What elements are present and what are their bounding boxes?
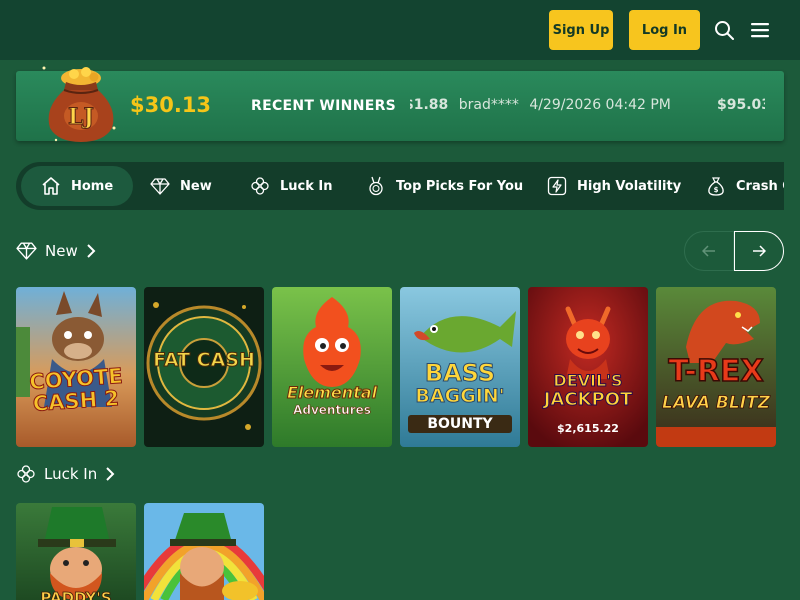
nav-item-home[interactable]: Home (21, 166, 134, 206)
arrow-left-icon (702, 245, 715, 257)
category-nav: Home New Luck In Top Picks For You High … (16, 162, 784, 210)
clover-icon (251, 177, 269, 195)
hamburger-menu-icon[interactable] (750, 20, 770, 40)
game-tile-bass-baggin-bounty[interactable]: BASS BAGGIN' BOUNTY (400, 287, 520, 447)
section-header-luck-in[interactable]: Luck In (16, 464, 115, 484)
game-tile-t-rex-lava-blitz[interactable]: T-REX LAVA BLITZ (656, 287, 776, 447)
game-title: LAVA BLITZ (662, 393, 771, 413)
game-title: BOUNTY (408, 415, 512, 433)
nav-item-high-volatility[interactable]: High Volatility (547, 166, 681, 206)
nav-item-label: Home (71, 178, 114, 194)
medal-icon (369, 176, 383, 196)
arrow-right-icon (753, 245, 766, 257)
game-title: T-REX (668, 354, 765, 389)
nav-item-new[interactable]: New (150, 166, 212, 206)
diamond-icon (150, 178, 170, 195)
diamond-icon (16, 242, 37, 260)
game-tile-paddys[interactable]: PADDY'S (16, 503, 136, 600)
top-header: Sign Up Log In (0, 0, 800, 60)
winners-ticker: $1.88 brad**** 4/29/2026 04:42 PM $95.03 (410, 94, 765, 120)
section-title: Luck In (44, 465, 98, 483)
game-title: BAGGIN' (415, 385, 505, 407)
nav-item-crash-games[interactable]: $ Crash Games (706, 166, 784, 206)
carousel-prev-button[interactable] (684, 231, 734, 271)
game-title: Adventures (293, 403, 371, 417)
game-title: JACKPOT (543, 389, 633, 410)
ticker-datetime: 4/29/2026 04:42 PM (529, 97, 671, 113)
chevron-right-icon (87, 243, 96, 258)
nav-item-label: New (180, 178, 212, 194)
game-tile-devils-jackpot[interactable]: DEVIL'S JACKPOT $2,615.22 (528, 287, 648, 447)
nav-item-label: Top Picks For You (396, 178, 524, 194)
nav-item-label: Luck In (280, 178, 333, 194)
nav-item-label: Crash Games (736, 178, 784, 194)
game-title: FAT CASH (153, 349, 256, 371)
chevron-right-icon (106, 467, 115, 481)
nav-item-label: High Volatility (577, 178, 682, 194)
game-title: BASS (424, 359, 496, 387)
section-header-new[interactable]: New (16, 240, 96, 261)
game-title: Elemental (286, 383, 378, 402)
game-tile-leprechaun-rainbow[interactable] (144, 503, 264, 600)
search-icon[interactable] (714, 20, 734, 40)
ticker-amount: $1.88 (410, 97, 449, 113)
lightning-icon (547, 176, 567, 196)
logo-lj-text: LJ (68, 104, 94, 130)
game-tile-coyote-cash-2[interactable]: COYOTE CASH 2 (16, 287, 136, 447)
money-bag-icon: $ (708, 177, 724, 196)
nav-item-top-picks[interactable]: Top Picks For You (366, 166, 523, 206)
log-in-button[interactable]: Log In (629, 10, 700, 50)
game-tile-fat-cash[interactable]: FAT CASH (144, 287, 264, 447)
ticker-amount: $95.03 (717, 97, 765, 113)
section-title: New (45, 241, 78, 260)
money-bag-logo[interactable]: LJ (36, 58, 122, 144)
game-title: DEVIL'S (553, 371, 623, 390)
carousel-next-button[interactable] (734, 231, 784, 271)
ticker-user: brad**** (458, 97, 519, 113)
game-title: PADDY'S (40, 589, 112, 600)
home-icon (42, 177, 60, 195)
svg-text:$: $ (714, 186, 719, 194)
sign-up-button[interactable]: Sign Up (549, 10, 613, 50)
jackpot-amount: $2,615.22 (557, 422, 619, 435)
game-tile-elemental-adventures[interactable]: Elemental Adventures (272, 287, 392, 447)
recent-winners-title: RECENT WINNERS (251, 98, 397, 114)
clover-icon (17, 465, 35, 483)
account-balance: $30.13 (130, 93, 212, 117)
nav-item-luck-in[interactable]: Luck In (250, 166, 333, 206)
